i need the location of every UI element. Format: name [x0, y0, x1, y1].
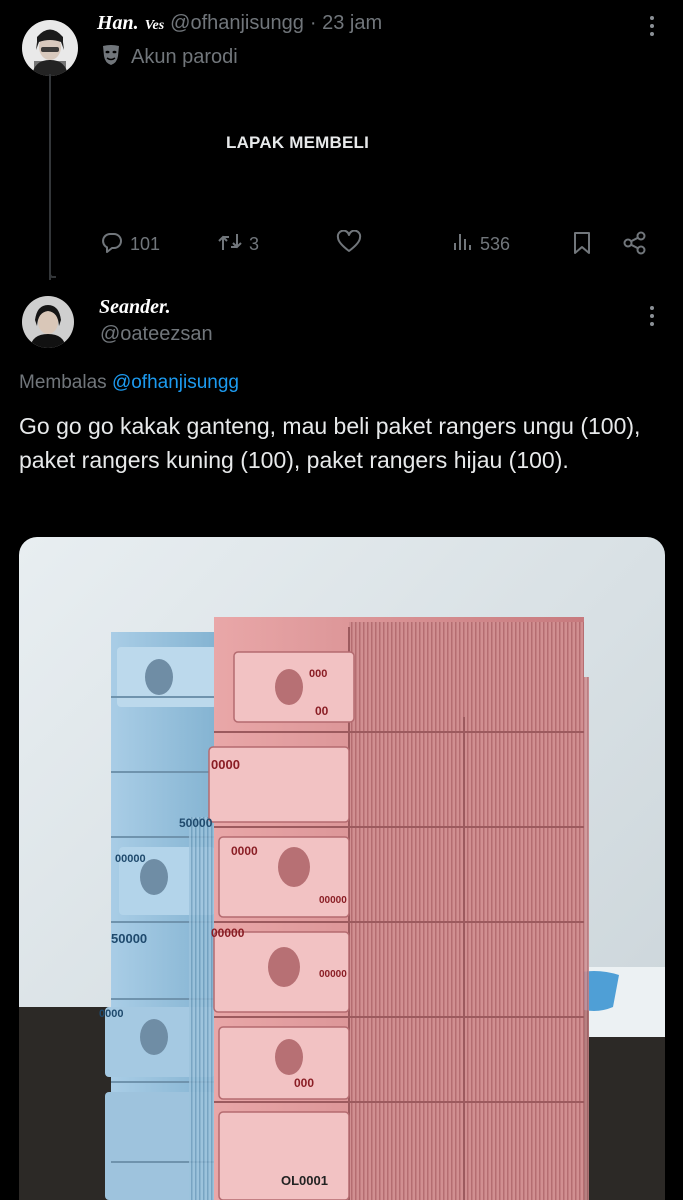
share-button[interactable]: [622, 230, 648, 261]
attached-photo[interactable]: 0000 00 50000 0000 50000 00000 0000 0000…: [19, 537, 665, 1200]
handle-reply[interactable]: @oateezsan: [100, 323, 213, 346]
like-icon: [336, 229, 362, 258]
more-icon-reply[interactable]: [649, 306, 655, 326]
avatar-reply[interactable]: [22, 296, 74, 348]
display-name-reply[interactable]: Seander.: [99, 296, 171, 319]
thread-connector: [49, 266, 56, 278]
avatar-original[interactable]: [22, 20, 78, 76]
note-text: 0000: [211, 757, 240, 772]
note-text: 0000: [99, 1008, 123, 1020]
note-text: 00000: [115, 853, 146, 865]
note-text: 50000: [111, 931, 147, 946]
parody-badge: Akun parodi: [101, 44, 238, 71]
note-text: OL0001: [281, 1173, 328, 1188]
reply-icon: [100, 230, 124, 259]
like-button[interactable]: [336, 229, 362, 259]
note-text: 000: [294, 1076, 314, 1090]
money-stack-image: 0000 00 50000 0000 50000 00000 0000 0000…: [19, 537, 665, 1200]
replying-prefix: Membalas: [19, 372, 107, 393]
bookmark-icon: [571, 232, 593, 260]
handle-original[interactable]: @ofhanjisungg: [170, 12, 304, 35]
share-icon: [622, 231, 648, 260]
reply-count: 101: [130, 234, 161, 254]
repost-button[interactable]: 3: [217, 230, 259, 259]
replying-to-line: Membalas @ofhanjisungg: [19, 372, 239, 394]
note-text: 000: [309, 668, 327, 680]
views-count: 536: [480, 234, 511, 254]
views-icon: [452, 230, 474, 259]
post-time[interactable]: · 23 jam: [310, 12, 382, 35]
replying-to-link[interactable]: @ofhanjisungg: [112, 372, 239, 393]
reply-button[interactable]: 101: [100, 230, 160, 259]
display-name-original[interactable]: Han.: [97, 12, 139, 35]
repost-icon: [217, 230, 243, 259]
post-text-original: LAPAK MEMBELI: [226, 133, 369, 152]
views-button[interactable]: 536: [452, 230, 510, 259]
repost-count: 3: [249, 234, 260, 254]
note-text: 0000: [231, 844, 258, 858]
note-text: 00: [315, 704, 329, 718]
note-text: 00000: [319, 969, 347, 980]
note-text: 50000: [179, 816, 213, 830]
note-text: 00000: [211, 926, 245, 940]
parody-label: Akun parodi: [131, 46, 238, 68]
thread-line: [49, 74, 51, 280]
bookmark-button[interactable]: [571, 230, 593, 261]
reply-text: Go go go kakak ganteng, mau beli paket r…: [19, 413, 641, 473]
note-text: 00000: [319, 895, 347, 906]
more-icon-original[interactable]: [649, 16, 655, 36]
parody-mask-icon: [101, 44, 121, 71]
name-suffix: Ves: [144, 18, 165, 33]
